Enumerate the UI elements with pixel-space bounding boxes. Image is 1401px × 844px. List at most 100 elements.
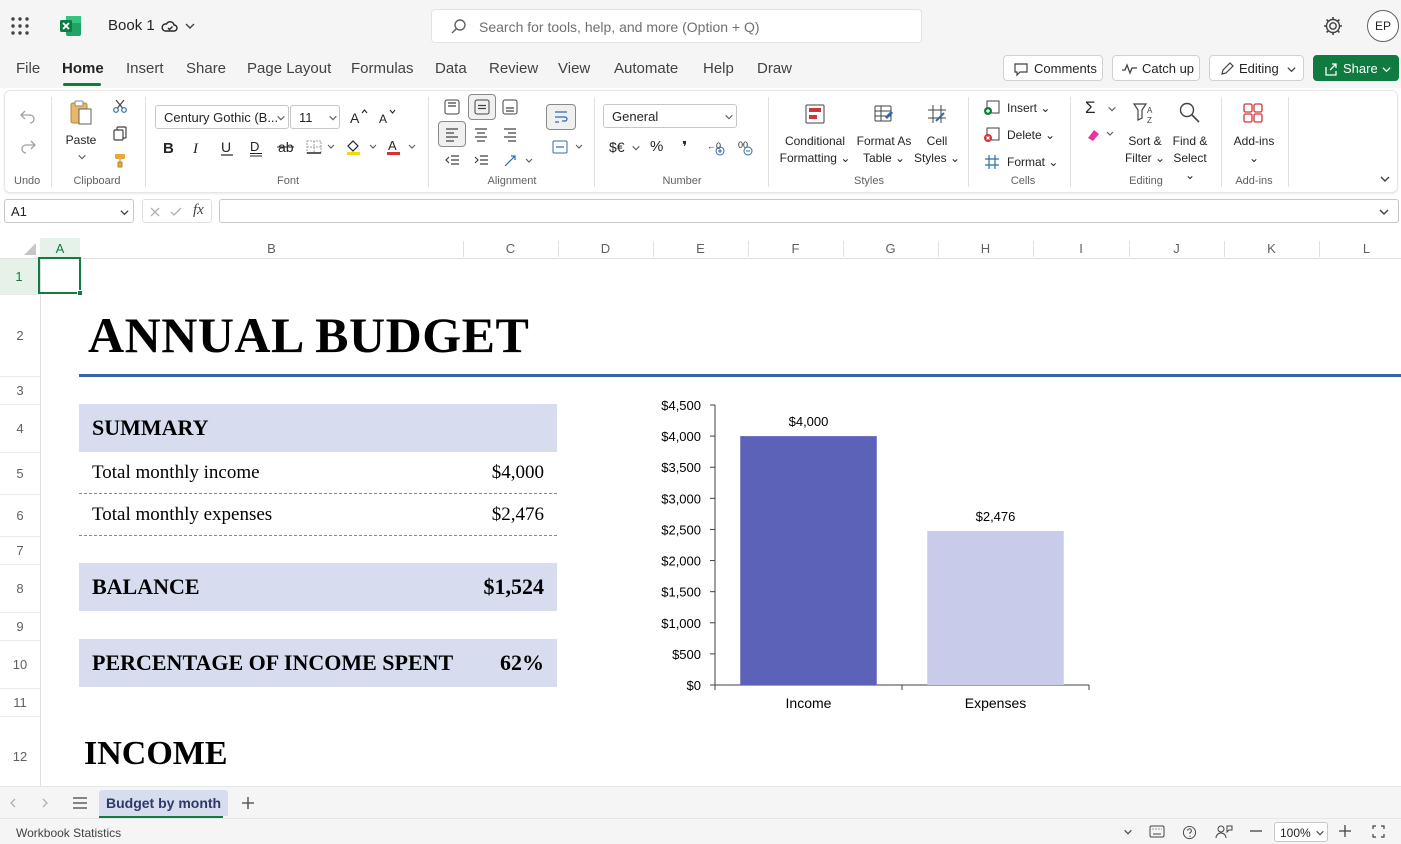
number-format-select[interactable]: General [603, 104, 737, 128]
tab-help[interactable]: Help [703, 60, 734, 77]
tab-automate[interactable]: Automate [614, 60, 678, 77]
workbook-statistics[interactable]: Workbook Statistics [16, 826, 121, 840]
column-header-k[interactable]: K [1224, 238, 1319, 259]
insert-function-icon[interactable]: fx [193, 202, 204, 219]
align-left-button[interactable] [438, 121, 466, 147]
expenses-label[interactable]: Total monthly expenses [92, 504, 272, 526]
add-ins-label[interactable]: Add-ins ⌄ [1229, 133, 1279, 167]
row-header-9[interactable]: 9 [0, 613, 40, 640]
tab-home[interactable]: Home [62, 60, 104, 77]
column-header-j[interactable]: J [1129, 238, 1224, 259]
tab-data[interactable]: Data [435, 60, 467, 77]
format-as-table-label[interactable]: Format As Table ⌄ [853, 133, 915, 167]
editing-mode-button[interactable]: Editing [1209, 55, 1304, 81]
income-label[interactable]: Total monthly income [92, 462, 260, 484]
increase-indent-icon[interactable] [473, 153, 489, 169]
zoom-select[interactable]: 100% [1274, 822, 1328, 842]
sheet-tab-budget-by-month[interactable]: Budget by month [99, 790, 229, 816]
borders-icon[interactable] [305, 139, 335, 155]
autosave-cloud-icon[interactable] [161, 18, 179, 36]
tab-insert[interactable]: Insert [126, 60, 164, 77]
italic-icon[interactable]: I [191, 139, 205, 155]
sort-filter-icon[interactable]: AZ [1132, 101, 1158, 127]
select-all-corner[interactable] [0, 238, 40, 259]
row-header-7[interactable]: 7 [0, 537, 40, 564]
ribbon-expand-chevron-icon[interactable] [1379, 173, 1391, 185]
increase-font-size-icon[interactable]: A [349, 108, 369, 126]
formula-input[interactable] [219, 199, 1399, 223]
tab-review[interactable]: Review [489, 60, 538, 77]
all-sheets-menu-icon[interactable] [72, 796, 88, 810]
name-box[interactable]: A1 [4, 199, 134, 223]
expenses-value[interactable]: $2,476 [492, 504, 544, 526]
keyboard-icon[interactable] [1149, 825, 1165, 838]
underline-icon[interactable]: U [220, 139, 234, 157]
merge-center-icon[interactable] [552, 139, 584, 155]
row-header-10[interactable]: 10 [0, 641, 40, 688]
row-header-4[interactable]: 4 [0, 405, 40, 452]
align-top-icon[interactable] [444, 99, 460, 115]
workbook-name[interactable]: Book 1 [108, 17, 155, 34]
column-header-c[interactable]: C [463, 238, 558, 259]
align-center-icon[interactable] [473, 126, 489, 142]
column-header-b[interactable]: B [80, 238, 463, 259]
find-select-label[interactable]: Find & Select ⌄ [1167, 133, 1213, 184]
tab-file[interactable]: File [16, 60, 40, 77]
font-color-icon[interactable]: A [386, 138, 418, 156]
row-header-1[interactable]: 1 [0, 259, 40, 294]
summary-header-band[interactable]: SUMMARY [79, 404, 557, 452]
sort-filter-label[interactable]: Sort & Filter ⌄ [1122, 133, 1168, 167]
row-header-3[interactable]: 3 [0, 377, 40, 404]
share-button[interactable]: Share [1313, 55, 1399, 81]
add-sheet-icon[interactable] [241, 796, 255, 810]
autosum-icon[interactable]: Σ [1085, 98, 1096, 118]
paste-icon[interactable] [68, 99, 94, 127]
font-family-select[interactable]: Century Gothic (B... [155, 105, 289, 129]
excel-logo-icon[interactable] [60, 15, 82, 37]
row-header-8[interactable]: 8 [0, 565, 40, 612]
align-bottom-icon[interactable] [502, 99, 518, 115]
row-header-11[interactable]: 11 [0, 689, 40, 716]
search-box[interactable]: Search for tools, help, and more (Option… [431, 9, 922, 43]
currency-format-icon[interactable]: $€ [609, 139, 625, 155]
column-header-a[interactable]: A [40, 238, 80, 259]
chevron-down-icon[interactable] [631, 143, 641, 153]
row-header-5[interactable]: 5 [0, 453, 40, 494]
increase-decimal-icon[interactable]: ←0 [707, 139, 727, 157]
percentage-band[interactable]: PERCENTAGE OF INCOME SPENT 62% [79, 639, 557, 687]
format-cells-label[interactable]: Format ⌄ [1007, 154, 1058, 171]
column-header-i[interactable]: I [1033, 238, 1129, 259]
tab-draw[interactable]: Draw [757, 60, 792, 77]
conditional-formatting-icon[interactable] [804, 103, 826, 125]
double-underline-icon[interactable]: D [249, 139, 263, 157]
wrap-text-button[interactable] [546, 104, 576, 130]
redo-icon[interactable] [19, 137, 37, 155]
feedback-icon[interactable] [1215, 824, 1233, 840]
tab-share[interactable]: Share [186, 60, 226, 77]
gear-icon[interactable] [1322, 15, 1344, 37]
font-size-select[interactable]: 11 [290, 105, 340, 129]
chevron-down-icon[interactable] [1107, 104, 1117, 114]
expand-formula-chevron-icon[interactable] [1378, 206, 1390, 218]
app-launcher-icon[interactable] [10, 16, 30, 36]
add-ins-icon[interactable] [1242, 102, 1264, 124]
column-header-g[interactable]: G [843, 238, 938, 259]
zoom-in-icon[interactable] [1339, 825, 1351, 837]
insert-cells-icon[interactable] [983, 99, 1001, 117]
insert-cells-label[interactable]: Insert ⌄ [1007, 100, 1050, 117]
decrease-indent-icon[interactable] [444, 153, 460, 169]
balance-band[interactable]: BALANCE $1,524 [79, 563, 557, 611]
row-header-6[interactable]: 6 [0, 495, 40, 536]
conditional-formatting-label[interactable]: Conditional Formatting ⌄ [778, 133, 852, 167]
clear-eraser-icon[interactable] [1085, 127, 1117, 143]
income-section-title[interactable]: INCOME [84, 735, 228, 773]
format-as-table-icon[interactable] [873, 103, 895, 125]
decrease-decimal-icon[interactable]: 00 [736, 139, 756, 157]
copy-icon[interactable] [112, 125, 128, 141]
find-select-icon[interactable] [1178, 101, 1202, 125]
align-right-icon[interactable] [502, 126, 518, 142]
fullscreen-icon[interactable] [1372, 825, 1385, 838]
row-header-2[interactable]: 2 [0, 295, 40, 376]
income-value[interactable]: $4,000 [492, 462, 544, 484]
comma-style-icon[interactable]: ❜ [682, 138, 687, 156]
